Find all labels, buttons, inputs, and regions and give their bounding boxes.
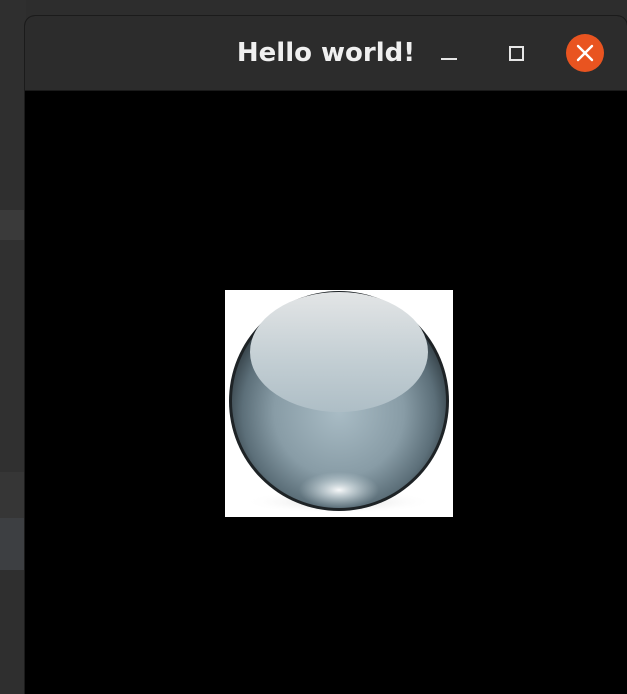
window-title: Hello world! xyxy=(236,38,416,68)
close-button[interactable] xyxy=(566,34,604,72)
app-window: Hello world! xyxy=(25,16,627,694)
background-panel xyxy=(0,210,26,240)
glass-sphere-image xyxy=(229,291,449,514)
background-panel xyxy=(0,0,26,210)
background-panel xyxy=(0,472,26,518)
maximize-button[interactable] xyxy=(497,34,535,72)
background-panel xyxy=(0,570,26,694)
background-panel xyxy=(0,518,26,570)
sphere-glow xyxy=(299,472,379,508)
minimize-icon xyxy=(441,58,457,60)
close-icon xyxy=(576,44,594,62)
window-content xyxy=(25,91,627,694)
maximize-icon xyxy=(509,46,524,61)
title-bar[interactable]: Hello world! xyxy=(25,16,627,91)
minimize-button[interactable] xyxy=(430,34,468,72)
image-frame xyxy=(225,290,453,517)
background-panel xyxy=(0,240,26,472)
sphere-highlight xyxy=(250,292,428,412)
